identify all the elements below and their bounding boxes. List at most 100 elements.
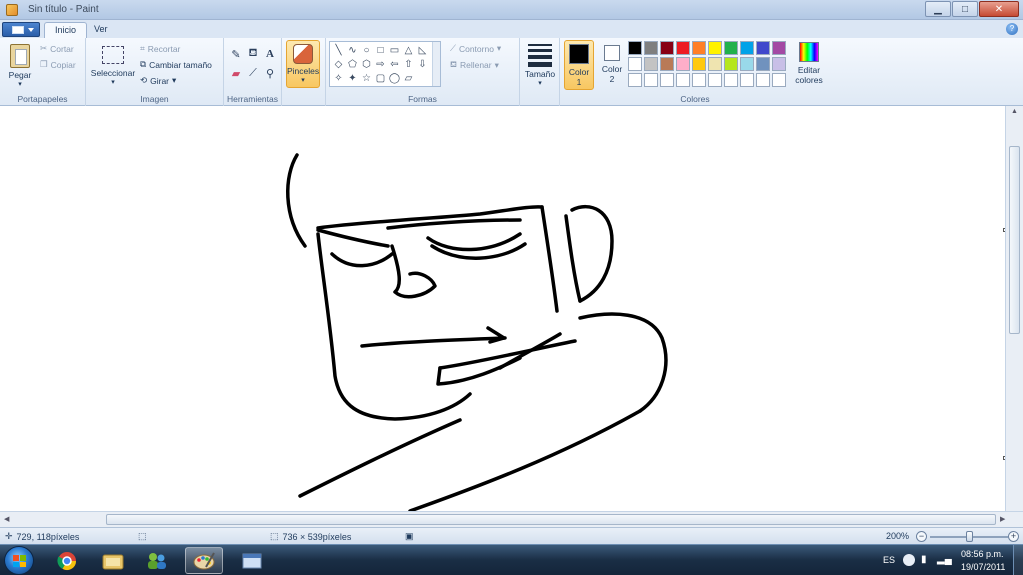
language-indicator[interactable]: ES	[883, 555, 895, 565]
palette-swatch[interactable]	[708, 73, 722, 87]
horizontal-scroll-thumb[interactable]	[106, 514, 996, 525]
tab-ver[interactable]: Ver	[84, 22, 118, 38]
color2-button[interactable]: Color 2	[598, 40, 626, 84]
brushes-button[interactable]: Pinceles ▾	[286, 40, 320, 88]
clock-date[interactable]: 19/07/2011	[961, 562, 1005, 572]
palette-swatch[interactable]	[644, 73, 658, 87]
zoom-in-button[interactable]: +	[1008, 531, 1019, 542]
scroll-up-icon[interactable]: ▲	[1011, 108, 1018, 115]
shape-star-five[interactable]: ☆	[360, 72, 373, 85]
paint-app-icon[interactable]	[6, 4, 18, 16]
scroll-right-icon[interactable]: ▶	[1000, 515, 1005, 523]
text-tool-icon[interactable]: A	[262, 46, 278, 62]
color1-button[interactable]: Color 1	[564, 40, 594, 90]
palette-swatch[interactable]	[756, 41, 770, 55]
resize-button[interactable]: ⧉ Cambiar tamaño	[140, 59, 212, 70]
shape-diamond[interactable]: ◇	[332, 58, 345, 71]
help-icon[interactable]: ?	[1006, 23, 1018, 35]
palette-swatch[interactable]	[692, 57, 706, 71]
shape-arrow-left[interactable]: ⇦	[388, 58, 401, 71]
eraser-icon[interactable]: ▰	[228, 65, 244, 81]
shape-pentagon[interactable]: ⬠	[346, 58, 359, 71]
palette-swatch[interactable]	[740, 41, 754, 55]
palette-swatch[interactable]	[708, 57, 722, 71]
action-center-icon[interactable]	[903, 554, 915, 566]
palette-swatch[interactable]	[724, 73, 738, 87]
crop-button[interactable]: ⌗ Recortar	[140, 43, 180, 54]
paint-menu-button[interactable]	[2, 22, 40, 37]
shape-curve[interactable]: ∿	[346, 44, 359, 57]
paste-button[interactable]: Pegar ▾	[4, 40, 36, 88]
network-icon[interactable]: ▂▄	[937, 554, 952, 566]
scroll-left-icon[interactable]: ◀	[4, 515, 9, 523]
palette-swatch[interactable]	[772, 41, 786, 55]
palette-swatch[interactable]	[660, 57, 674, 71]
taskbar-window-switcher[interactable]	[233, 547, 271, 574]
shape-callout-cloud[interactable]: ▱	[402, 72, 415, 85]
palette-swatch[interactable]	[740, 57, 754, 71]
palette-swatch[interactable]	[660, 41, 674, 55]
shape-arrow-down[interactable]: ⇩	[416, 58, 429, 71]
battery-icon[interactable]: ▮	[921, 554, 933, 566]
palette-swatch[interactable]	[628, 73, 642, 87]
shape-line[interactable]: ╲	[332, 44, 345, 57]
palette-swatch[interactable]	[628, 41, 642, 55]
shape-arrow-up[interactable]: ⇧	[402, 58, 415, 71]
clock-time[interactable]: 08:56 p.m.	[961, 549, 1004, 559]
shape-arrow-right[interactable]: ⇨	[374, 58, 387, 71]
edit-colors-button[interactable]: Editar colores	[790, 38, 828, 85]
palette-swatch[interactable]	[772, 57, 786, 71]
palette-swatch[interactable]	[628, 57, 642, 71]
shape-triangle[interactable]: △	[402, 44, 415, 57]
vertical-scroll-thumb[interactable]	[1009, 146, 1020, 334]
shape-star-four[interactable]: ✧	[332, 72, 345, 85]
palette-swatch[interactable]	[644, 57, 658, 71]
palette-swatch[interactable]	[692, 73, 706, 87]
palette-swatch[interactable]	[772, 73, 786, 87]
magnifier-icon[interactable]: ⚲	[262, 65, 278, 81]
palette-swatch[interactable]	[660, 73, 674, 87]
shape-rounded-rectangle[interactable]: ▭	[388, 44, 401, 57]
show-desktop-button[interactable]	[1013, 545, 1023, 575]
taskbar-explorer[interactable]	[94, 547, 132, 574]
shape-star-six[interactable]: ✦	[346, 72, 359, 85]
pencil-icon[interactable]: ✎	[228, 46, 244, 62]
taskbar-chrome[interactable]	[48, 547, 86, 574]
cut-button[interactable]: ✂ Cortar	[40, 43, 74, 54]
rotate-button[interactable]: ⟲ Girar ▾	[140, 75, 176, 86]
drawing-canvas[interactable]	[0, 106, 1005, 511]
palette-swatch[interactable]	[756, 57, 770, 71]
minimize-button[interactable]: ▁	[925, 1, 951, 17]
palette-swatch[interactable]	[692, 41, 706, 55]
zoom-out-button[interactable]: −	[916, 531, 927, 542]
palette-swatch[interactable]	[676, 41, 690, 55]
taskbar-messenger[interactable]	[138, 547, 176, 574]
palette-swatch[interactable]	[708, 41, 722, 55]
palette-swatch[interactable]	[644, 41, 658, 55]
close-button[interactable]: ✕	[979, 1, 1019, 17]
fill-button[interactable]: ⛾ Rellenar ▾	[450, 59, 499, 71]
tab-inicio[interactable]: Inicio	[44, 22, 88, 38]
palette-swatch[interactable]	[724, 41, 738, 55]
color-picker-icon[interactable]: ⟋	[245, 65, 261, 81]
vertical-scrollbar[interactable]: ▲	[1005, 106, 1023, 511]
horizontal-scrollbar[interactable]: ◀ ▶	[0, 511, 1023, 527]
palette-swatch[interactable]	[676, 73, 690, 87]
palette-swatch[interactable]	[740, 73, 754, 87]
size-button[interactable]: Tamaño ▾	[522, 38, 558, 87]
shape-callout-oval[interactable]: ◯	[388, 72, 401, 85]
shape-right-triangle[interactable]: ◺	[416, 44, 429, 57]
shapes-scrollbar[interactable]	[432, 42, 440, 86]
shape-oval[interactable]: ○	[360, 44, 373, 57]
copy-button[interactable]: ❐ Copiar	[40, 59, 76, 70]
fill-bucket-icon[interactable]: ⛾	[245, 46, 261, 62]
outline-button[interactable]: ⟋ Contorno ▾	[450, 43, 501, 54]
shape-rectangle[interactable]: □	[374, 44, 387, 57]
select-button[interactable]: Seleccionar ▾	[90, 40, 136, 86]
taskbar-paint[interactable]	[185, 547, 223, 574]
shape-hexagon[interactable]: ⬡	[360, 58, 373, 71]
maximize-button[interactable]: □	[952, 1, 978, 17]
shape-callout-rect[interactable]: ▢	[374, 72, 387, 85]
palette-swatch[interactable]	[724, 57, 738, 71]
palette-swatch[interactable]	[676, 57, 690, 71]
